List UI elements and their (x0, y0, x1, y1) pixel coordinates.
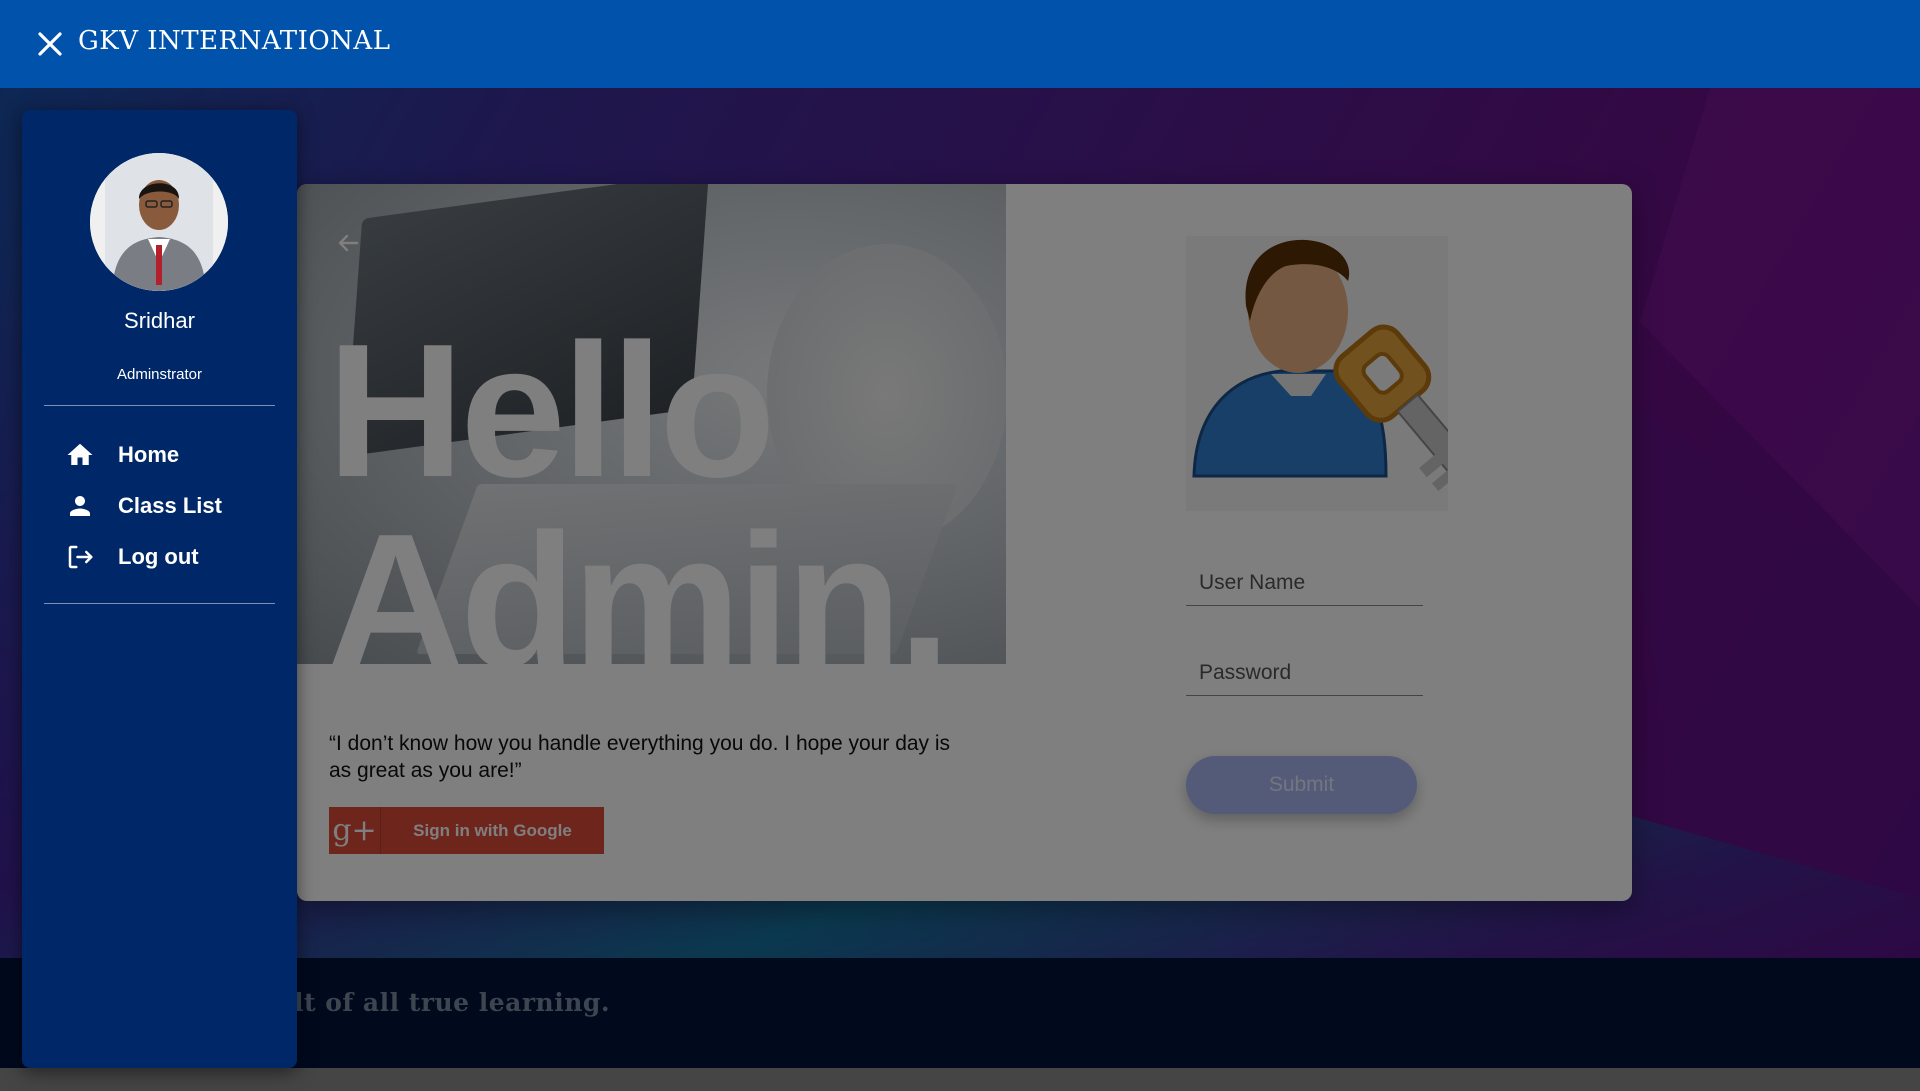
brand-title: GKV INTERNATIONAL (78, 26, 391, 56)
sidebar-drawer: Sridhar Adminstrator Home Class List Log… (22, 110, 297, 1068)
page: lt of all true learning. GKV INTERNATION… (0, 0, 1920, 1091)
home-icon (64, 439, 96, 471)
profile-photo (90, 153, 228, 291)
sidebar-item-label: Log out (118, 544, 199, 569)
app-header: GKV INTERNATIONAL (0, 0, 1920, 88)
profile-role: Adminstrator (116, 366, 203, 383)
sidebar-item-home[interactable]: Home (64, 435, 264, 475)
avatar (90, 153, 228, 291)
person-icon (64, 490, 96, 522)
logout-icon (64, 541, 96, 573)
profile-name: Sridhar (124, 308, 195, 333)
sidebar-item-class-list[interactable]: Class List (64, 486, 264, 526)
sidebar-item-label: Home (118, 442, 180, 467)
close-menu-button[interactable] (34, 28, 66, 60)
sidebar-item-logout[interactable]: Log out (64, 537, 264, 577)
divider (44, 405, 275, 406)
divider (44, 603, 275, 604)
sidebar-item-label: Class List (118, 493, 222, 518)
close-icon (38, 32, 62, 56)
